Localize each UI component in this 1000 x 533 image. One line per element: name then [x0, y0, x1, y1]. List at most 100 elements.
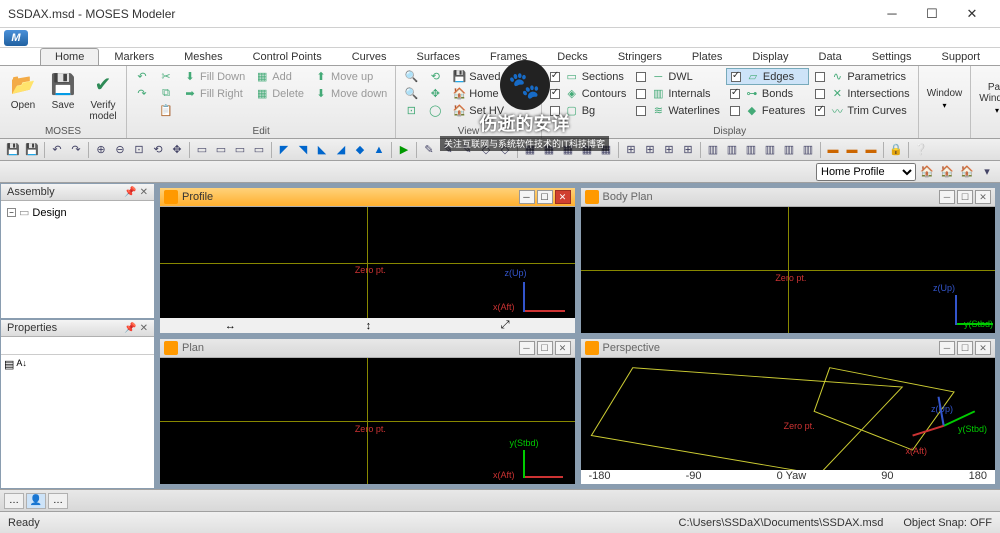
intersections-toggle[interactable]: ✕Intersections	[811, 85, 913, 102]
sections-toggle[interactable]: ▭Sections	[546, 68, 631, 85]
parametrics-toggle[interactable]: ∿Parametrics	[811, 68, 913, 85]
bonds-toggle[interactable]: ⊶Bonds	[726, 85, 809, 102]
tb-v4[interactable]: ▭	[250, 141, 268, 159]
redo-button[interactable]: ↷	[131, 85, 153, 102]
homeview-button[interactable]: 🏠Home View	[448, 85, 536, 102]
tb-g3[interactable]: ⊞	[660, 141, 678, 159]
tb-h4[interactable]: ▥	[761, 141, 779, 159]
home-green-icon[interactable]: 🏠	[958, 163, 976, 181]
tb-v1[interactable]: ▭	[193, 141, 211, 159]
tb-redo[interactable]: ↷	[67, 141, 85, 159]
edges-toggle[interactable]: ▱Edges	[726, 68, 809, 85]
tb-e3[interactable]: ✎	[458, 141, 476, 159]
tb-v2[interactable]: ▭	[212, 141, 230, 159]
tab-home[interactable]: Home	[40, 48, 99, 65]
movedown-button[interactable]: ⬇Move down	[310, 85, 391, 102]
internals-toggle[interactable]: ▥Internals	[632, 85, 724, 102]
tb-lock[interactable]: 🔒	[887, 141, 905, 159]
pin-icon[interactable]: 📌 ✕	[124, 187, 148, 198]
tree-toggle-icon[interactable]: −	[7, 208, 16, 217]
tb-e1[interactable]: ✎	[420, 141, 438, 159]
sort-cat-icon[interactable]: ▤	[4, 358, 14, 371]
tb-save[interactable]: 💾	[4, 141, 22, 159]
tb-i3[interactable]: ▬	[862, 141, 880, 159]
btab-2[interactable]: 👤	[26, 493, 46, 509]
btab-3[interactable]: …	[48, 493, 68, 509]
waterlines-toggle[interactable]: ≋Waterlines	[632, 102, 724, 119]
vp-max-icon[interactable]: ☐	[957, 190, 973, 204]
viewport-bodyplan[interactable]: Body Plan ─☐✕ Zero pt. z(Up) y(Stbd)	[580, 187, 997, 334]
open-button[interactable]: 📂Open	[4, 68, 42, 113]
vp-close-icon[interactable]: ✕	[555, 190, 571, 204]
tb-g2[interactable]: ⊞	[641, 141, 659, 159]
copy-button[interactable]: ⧉	[155, 85, 177, 102]
orbit-button[interactable]: ◯	[424, 102, 446, 119]
tb-c3[interactable]: ◣	[313, 141, 331, 159]
tb-h2[interactable]: ▥	[723, 141, 741, 159]
verify-button[interactable]: ✔Verify model	[84, 68, 122, 124]
vp-min-icon[interactable]: ─	[519, 190, 535, 204]
home-red-icon[interactable]: 🏠	[918, 163, 936, 181]
tb-pan[interactable]: ✥	[168, 141, 186, 159]
tab-decks[interactable]: Decks	[542, 48, 603, 65]
viewport-perspective[interactable]: Perspective ─☐✕ Zero pt. y(Stbd) z(Up) x…	[580, 338, 997, 485]
tab-markers[interactable]: Markers	[99, 48, 169, 65]
tb-undo[interactable]: ↶	[48, 141, 66, 159]
tb-g4[interactable]: ⊞	[679, 141, 697, 159]
moveup-button[interactable]: ⬆Move up	[310, 68, 391, 85]
vp-close-icon[interactable]: ✕	[975, 190, 991, 204]
tb-zoomin[interactable]: ⊕	[92, 141, 110, 159]
vp-close-icon[interactable]: ✕	[555, 341, 571, 355]
tab-settings[interactable]: Settings	[857, 48, 927, 65]
tb-h3[interactable]: ▥	[742, 141, 760, 159]
tb-g1[interactable]: ⊞	[622, 141, 640, 159]
vp-min-icon[interactable]: ─	[939, 341, 955, 355]
tb-c4[interactable]: ◢	[332, 141, 350, 159]
tb-help[interactable]: ❔	[912, 141, 930, 159]
tb-zoomfit[interactable]: ⊡	[130, 141, 148, 159]
tab-control-points[interactable]: Control Points	[238, 48, 337, 65]
vp-max-icon[interactable]: ☐	[537, 190, 553, 204]
tb-e5[interactable]: ◇	[496, 141, 514, 159]
tb-f3[interactable]: ▦	[559, 141, 577, 159]
tab-plates[interactable]: Plates	[677, 48, 738, 65]
add-button[interactable]: ▦Add	[251, 68, 308, 85]
vp-max-icon[interactable]: ☐	[957, 341, 973, 355]
zoomfit-button[interactable]: ⊡	[400, 102, 422, 119]
contours-toggle[interactable]: ◈Contours	[546, 85, 631, 102]
bg-toggle[interactable]: ▢Bg	[546, 102, 631, 119]
tb-f4[interactable]: ▦	[578, 141, 596, 159]
tb-rotate[interactable]: ⟲	[149, 141, 167, 159]
tab-display[interactable]: Display	[737, 48, 803, 65]
filldown-button[interactable]: ⬇Fill Down	[179, 68, 249, 85]
viewport-profile[interactable]: Profile ─☐✕ Zero pt. x(Aft) z(Up) ↔↕⤢	[159, 187, 576, 334]
btab-1[interactable]: …	[4, 493, 24, 509]
tb-e4[interactable]: ◇	[477, 141, 495, 159]
trimcurves-toggle[interactable]: 〰Trim Curves	[811, 102, 913, 119]
tab-support[interactable]: Support	[927, 48, 996, 65]
tb-v3[interactable]: ▭	[231, 141, 249, 159]
features-toggle[interactable]: ◆Features	[726, 102, 809, 119]
tb-f5[interactable]: ▦	[597, 141, 615, 159]
dwl-toggle[interactable]: ─DWL	[632, 68, 724, 85]
zoomout-button[interactable]: 🔍	[400, 85, 422, 102]
tb-c6[interactable]: ▲	[370, 141, 388, 159]
view-dropdown[interactable]: ▾	[978, 163, 996, 181]
sethv-button[interactable]: 🏠Set HV	[448, 102, 536, 119]
tb-play[interactable]: ▶	[395, 141, 413, 159]
close-button[interactable]: ✕	[952, 4, 992, 24]
tab-data[interactable]: Data	[804, 48, 857, 65]
vp-max-icon[interactable]: ☐	[537, 341, 553, 355]
sort-az-icon[interactable]: A↓	[16, 358, 27, 371]
vp-min-icon[interactable]: ─	[519, 341, 535, 355]
tb-h5[interactable]: ▥	[780, 141, 798, 159]
tb-i1[interactable]: ▬	[824, 141, 842, 159]
tab-stringers[interactable]: Stringers	[603, 48, 677, 65]
minimize-button[interactable]: ─	[872, 4, 912, 24]
delete-button[interactable]: ▦Delete	[251, 85, 308, 102]
save-button[interactable]: 💾Save	[44, 68, 82, 113]
maximize-button[interactable]: ☐	[912, 4, 952, 24]
tree-design[interactable]: −▭Design	[5, 205, 150, 220]
tb-zoomout[interactable]: ⊖	[111, 141, 129, 159]
tab-curves[interactable]: Curves	[337, 48, 402, 65]
